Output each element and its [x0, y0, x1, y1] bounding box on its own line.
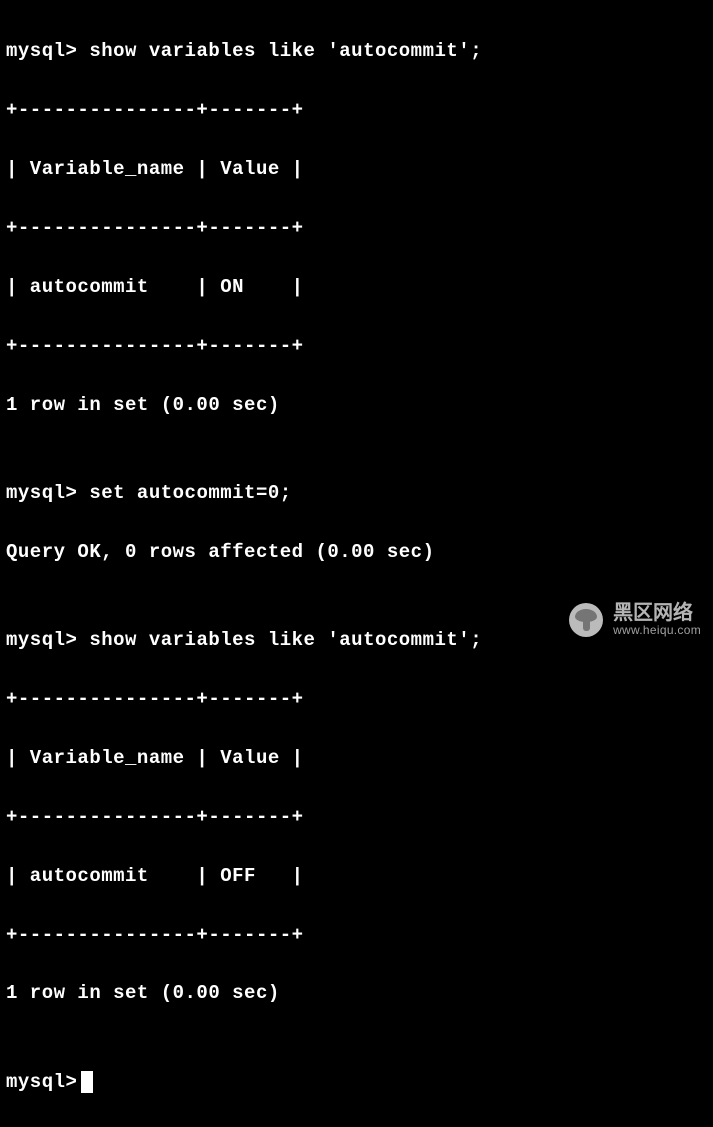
table-row: | autocommit | OFF | — [6, 862, 707, 891]
command-line: mysql> set autocommit=0; — [6, 479, 707, 508]
result-status: 1 row in set (0.00 sec) — [6, 979, 707, 1008]
mushroom-icon — [569, 603, 603, 637]
table-border: +---------------+-------+ — [6, 214, 707, 243]
result-status: 1 row in set (0.00 sec) — [6, 391, 707, 420]
table-border: +---------------+-------+ — [6, 685, 707, 714]
table-border: +---------------+-------+ — [6, 921, 707, 950]
active-prompt-line[interactable]: mysql> — [6, 1068, 707, 1097]
table-row: | autocommit | ON | — [6, 273, 707, 302]
watermark: 黑区网络 www.heiqu.com — [569, 603, 701, 637]
cursor-icon — [81, 1071, 93, 1093]
watermark-text: 黑区网络 www.heiqu.com — [613, 603, 701, 637]
table-border: +---------------+-------+ — [6, 803, 707, 832]
watermark-title: 黑区网络 — [613, 603, 701, 624]
result-status: Query OK, 0 rows affected (0.00 sec) — [6, 538, 707, 567]
watermark-url: www.heiqu.com — [613, 624, 701, 637]
mysql-prompt: mysql> — [6, 629, 77, 651]
sql-command: show variables like 'autocommit'; — [89, 40, 482, 62]
mysql-prompt: mysql> — [6, 482, 77, 504]
mysql-prompt: mysql> — [6, 40, 77, 62]
terminal-output: mysql> show variables like 'autocommit';… — [6, 8, 707, 1127]
table-border: +---------------+-------+ — [6, 96, 707, 125]
table-header: | Variable_name | Value | — [6, 744, 707, 773]
mysql-prompt: mysql> — [6, 1068, 77, 1097]
table-header: | Variable_name | Value | — [6, 155, 707, 184]
command-line: mysql> show variables like 'autocommit'; — [6, 37, 707, 66]
table-border: +---------------+-------+ — [6, 332, 707, 361]
sql-command: show variables like 'autocommit'; — [89, 629, 482, 651]
sql-command: set autocommit=0; — [89, 482, 291, 504]
